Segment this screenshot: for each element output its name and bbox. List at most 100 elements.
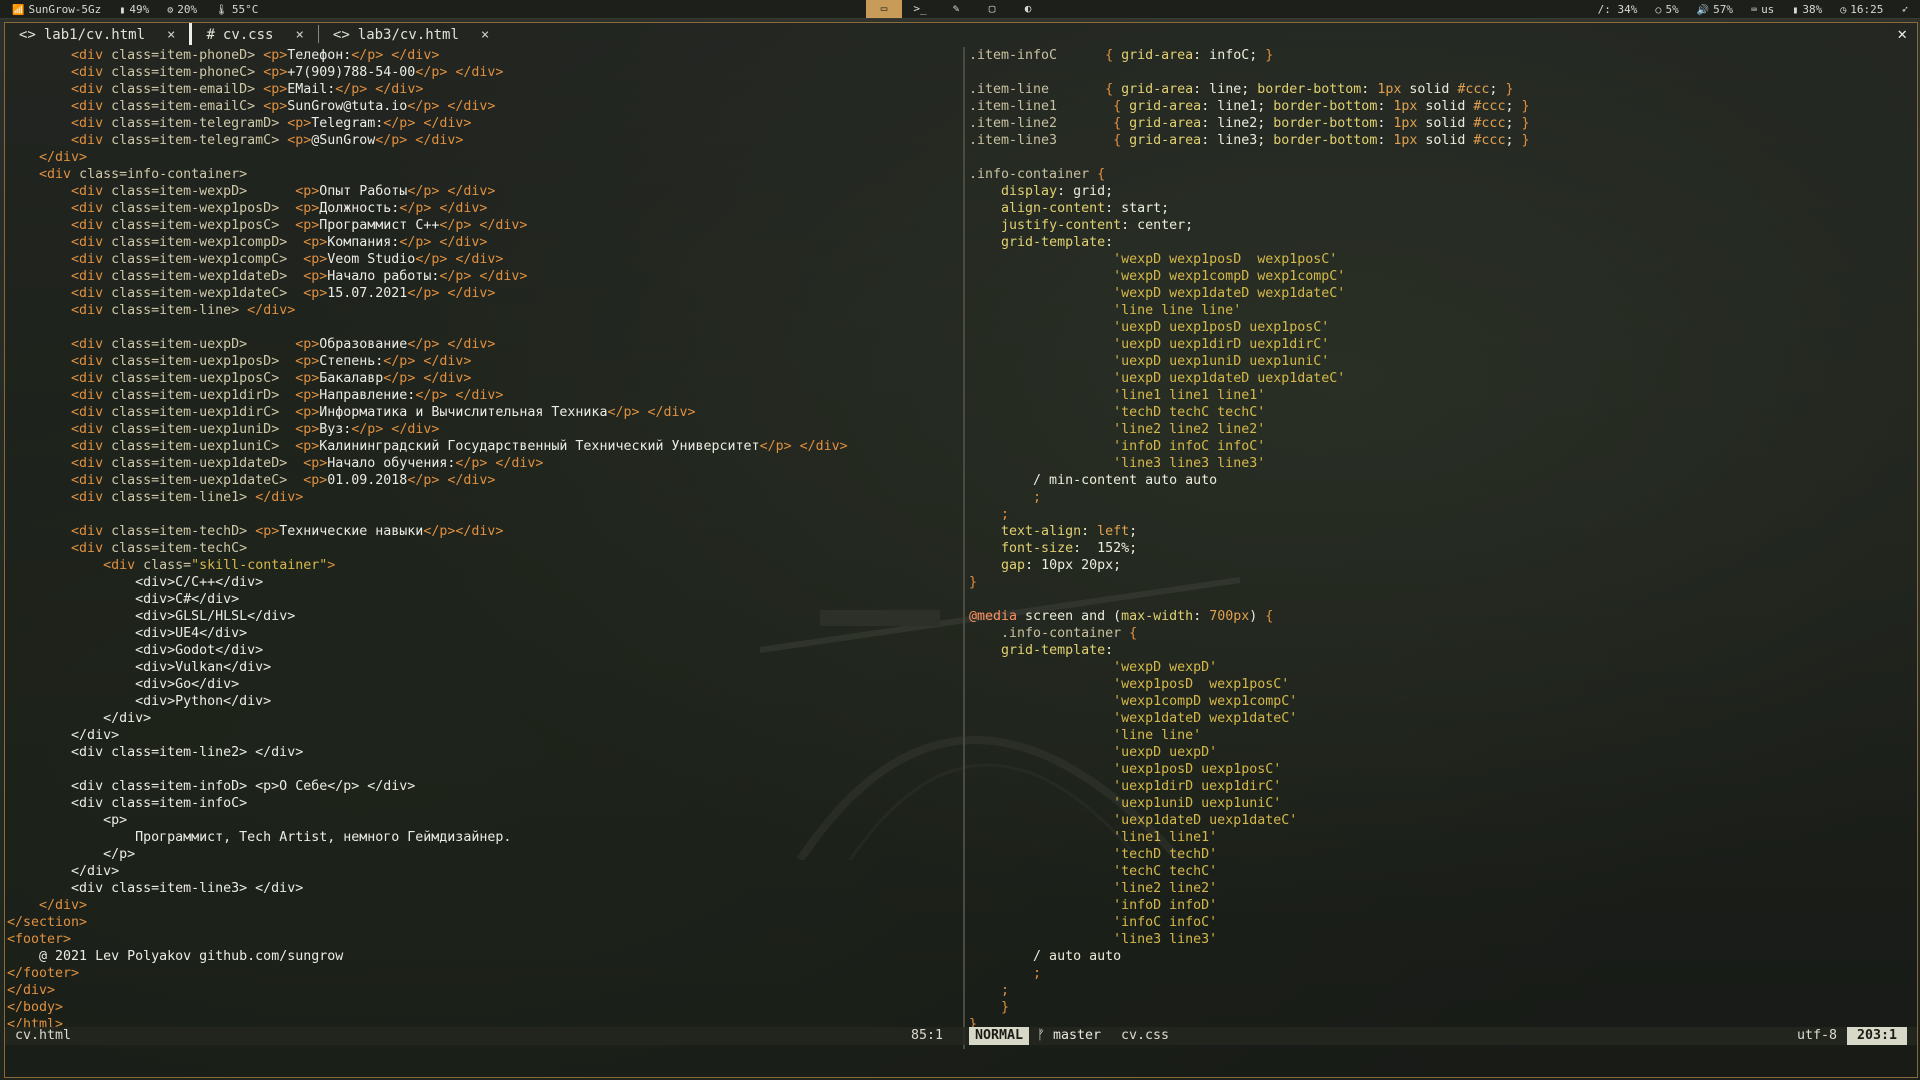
code-line[interactable]: <div class=item-uexpD> <p>Образование</p… <box>7 336 961 353</box>
code-line[interactable]: 'wexpD wexp1dateD wexp1dateC' <box>969 285 1917 302</box>
code-line[interactable]: <div class=item-uexp1posD> <p>Степень:</… <box>7 353 961 370</box>
code-line[interactable]: 'line2 line2 line2' <box>969 421 1917 438</box>
vertical-split-divider[interactable] <box>963 47 965 1049</box>
code-line[interactable]: <div>Go</div> <box>7 676 961 693</box>
close-icon[interactable]: × <box>295 27 303 43</box>
power-icon[interactable]: ◐ <box>1010 0 1046 18</box>
editor-pane-css[interactable]: .item-infoC { grid-area: infoC; } .item-l… <box>967 47 1917 1047</box>
code-line[interactable]: <div class=item-line1> </div> <box>7 489 961 506</box>
code-line[interactable]: <div class=item-techD> <p>Технические на… <box>7 523 961 540</box>
code-line[interactable]: 'uexpD uexpD' <box>969 744 1917 761</box>
code-line[interactable]: <div>Python</div> <box>7 693 961 710</box>
terminal-icon[interactable]: >_ <box>902 0 938 18</box>
code-line[interactable]: <p> <box>7 812 961 829</box>
code-line[interactable]: <div class=item-wexp1compC> <p>Veom Stud… <box>7 251 961 268</box>
code-line[interactable]: <div class=item-uexp1dateD> <p>Начало об… <box>7 455 961 472</box>
code-line[interactable]: / min-content auto auto <box>969 472 1917 489</box>
code-line[interactable]: .item-infoC { grid-area: infoC; } <box>969 47 1917 64</box>
code-line[interactable]: 'infoD infoD' <box>969 897 1917 914</box>
code-line[interactable]: text-align: left; <box>969 523 1917 540</box>
code-line[interactable]: <div class=item-uexp1uniC> <p>Калинингра… <box>7 438 961 455</box>
keyboard-layout[interactable]: ⌨ us <box>1751 3 1774 16</box>
code-line[interactable]: 'techD techD' <box>969 846 1917 863</box>
code-line[interactable]: 'uexp1dirD uexp1dirC' <box>969 778 1917 795</box>
code-line[interactable]: Программист, Tech Artist, немного Геймди… <box>7 829 961 846</box>
tab-cv-css[interactable]: # cv.css × <box>192 23 317 45</box>
code-line[interactable]: </p> <box>7 846 961 863</box>
code-line[interactable]: .info-container { <box>969 625 1917 642</box>
code-line[interactable]: 'wexpD wexp1posD wexp1posC' <box>969 251 1917 268</box>
code-line[interactable]: 'uexpD uexp1dirD uexp1dirC' <box>969 336 1917 353</box>
code-line[interactable]: <div class=item-emailC> <p>SunGrow@tuta.… <box>7 98 961 115</box>
code-line[interactable]: 'uexp1uniD uexp1uniC' <box>969 795 1917 812</box>
code-line[interactable] <box>7 506 961 523</box>
code-line[interactable]: </div> <box>7 982 961 999</box>
code-buffer-css[interactable]: .item-infoC { grid-area: infoC; } .item-l… <box>967 47 1917 1033</box>
code-line[interactable]: <div class=item-infoD> <p>О Себе</p> </d… <box>7 778 961 795</box>
code-line[interactable]: </div> <box>7 149 961 166</box>
close-icon[interactable]: × <box>167 27 175 43</box>
code-line[interactable]: grid-template: <box>969 234 1917 251</box>
code-line[interactable]: <div class=item-wexp1dateC> <p>15.07.202… <box>7 285 961 302</box>
code-line[interactable]: 'techC techC' <box>969 863 1917 880</box>
code-line[interactable]: <div class=item-line> </div> <box>7 302 961 319</box>
clock[interactable]: ◷ 16:25 <box>1840 3 1883 16</box>
code-line[interactable]: .item-line2 { grid-area: line2; border-b… <box>969 115 1917 132</box>
code-line[interactable]: <div class="skill-container"> <box>7 557 961 574</box>
monitor-icon[interactable]: ▭ <box>866 0 902 18</box>
code-line[interactable]: font-size: 152%; <box>969 540 1917 557</box>
code-line[interactable]: 'wexp1compD wexp1compC' <box>969 693 1917 710</box>
code-line[interactable]: <div class=item-telegramD> <p>Telegram:<… <box>7 115 961 132</box>
volume-indicator[interactable]: 🔊 57% <box>1697 3 1733 16</box>
code-line[interactable]: .info-container { <box>969 166 1917 183</box>
code-line[interactable]: <div class=item-emailD> <p>EMail:</p> </… <box>7 81 961 98</box>
chat-icon[interactable]: ▢ <box>974 0 1010 18</box>
code-line[interactable]: <div class=item-infoC> <box>7 795 961 812</box>
code-line[interactable]: <div>UE4</div> <box>7 625 961 642</box>
code-line[interactable]: 'wexp1posD wexp1posC' <box>969 676 1917 693</box>
code-line[interactable]: .item-line3 { grid-area: line3; border-b… <box>969 132 1917 149</box>
code-line[interactable]: <div class=item-line2> </div> <box>7 744 961 761</box>
code-line[interactable]: 'line line line' <box>969 302 1917 319</box>
code-line[interactable]: <div class=item-line3> </div> <box>7 880 961 897</box>
code-line[interactable]: ; <box>969 982 1917 999</box>
code-line[interactable]: <div class=item-wexp1posD> <p>Должность:… <box>7 200 961 217</box>
code-line[interactable]: .item-line1 { grid-area: line1; border-b… <box>969 98 1917 115</box>
code-line[interactable]: 'uexpD uexp1uniD uexp1uniC' <box>969 353 1917 370</box>
code-line[interactable]: / auto auto <box>969 948 1917 965</box>
code-line[interactable]: <footer> <box>7 931 961 948</box>
code-line[interactable]: 'techD techC techC' <box>969 404 1917 421</box>
code-line[interactable]: <div class=item-phoneD> <p>Телефон:</p> … <box>7 47 961 64</box>
code-line[interactable]: <div>Godot</div> <box>7 642 961 659</box>
code-line[interactable]: 'infoC infoC' <box>969 914 1917 931</box>
editor-pane-html[interactable]: <div class=item-phoneD> <p>Телефон:</p> … <box>5 47 961 1047</box>
code-line[interactable]: } <box>969 999 1917 1016</box>
code-line[interactable]: } <box>969 574 1917 591</box>
code-line[interactable]: align-content: start; <box>969 200 1917 217</box>
code-line[interactable]: <div>GLSL/HLSL</div> <box>7 608 961 625</box>
code-line[interactable]: 'uexp1posD uexp1posC' <box>969 761 1917 778</box>
code-line[interactable]: <div class=item-wexp1compD> <p>Компания:… <box>7 234 961 251</box>
code-buffer-html[interactable]: <div class=item-phoneD> <p>Телефон:</p> … <box>5 47 961 1033</box>
code-line[interactable]: </body> <box>7 999 961 1016</box>
code-line[interactable]: 'wexp1dateD wexp1dateC' <box>969 710 1917 727</box>
code-line[interactable]: 'wexpD wexp1compD wexp1compC' <box>969 268 1917 285</box>
code-line[interactable]: <div>C#</div> <box>7 591 961 608</box>
tab-lab1-cv-html[interactable]: <> lab1/cv.html × <box>5 23 193 45</box>
code-line[interactable]: <div>C/C++</div> <box>7 574 961 591</box>
tray-icon[interactable]: ➶ <box>1901 3 1908 16</box>
code-line[interactable]: display: grid; <box>969 183 1917 200</box>
close-icon[interactable]: × <box>481 27 489 43</box>
code-line[interactable]: <div class=item-phoneC> <p>+7(909)788-54… <box>7 64 961 81</box>
code-line[interactable]: 'line3 line3' <box>969 931 1917 948</box>
code-line[interactable]: justify-content: center; <box>969 217 1917 234</box>
code-line[interactable]: <div class=item-wexp1posC> <p>Программис… <box>7 217 961 234</box>
code-line[interactable]: </section> <box>7 914 961 931</box>
code-line[interactable] <box>7 319 961 336</box>
code-line[interactable]: ; <box>969 506 1917 523</box>
code-line[interactable]: 'infoD infoC infoC' <box>969 438 1917 455</box>
code-line[interactable]: <div class=item-uexp1uniD> <p>Вуз:</p> <… <box>7 421 961 438</box>
code-line[interactable]: .item-line { grid-area: line; border-bot… <box>969 81 1917 98</box>
code-line[interactable]: <div class=item-telegramC> <p>@SunGrow</… <box>7 132 961 149</box>
tab-lab3-cv-html[interactable]: <> lab3/cv.html × <box>319 23 503 45</box>
